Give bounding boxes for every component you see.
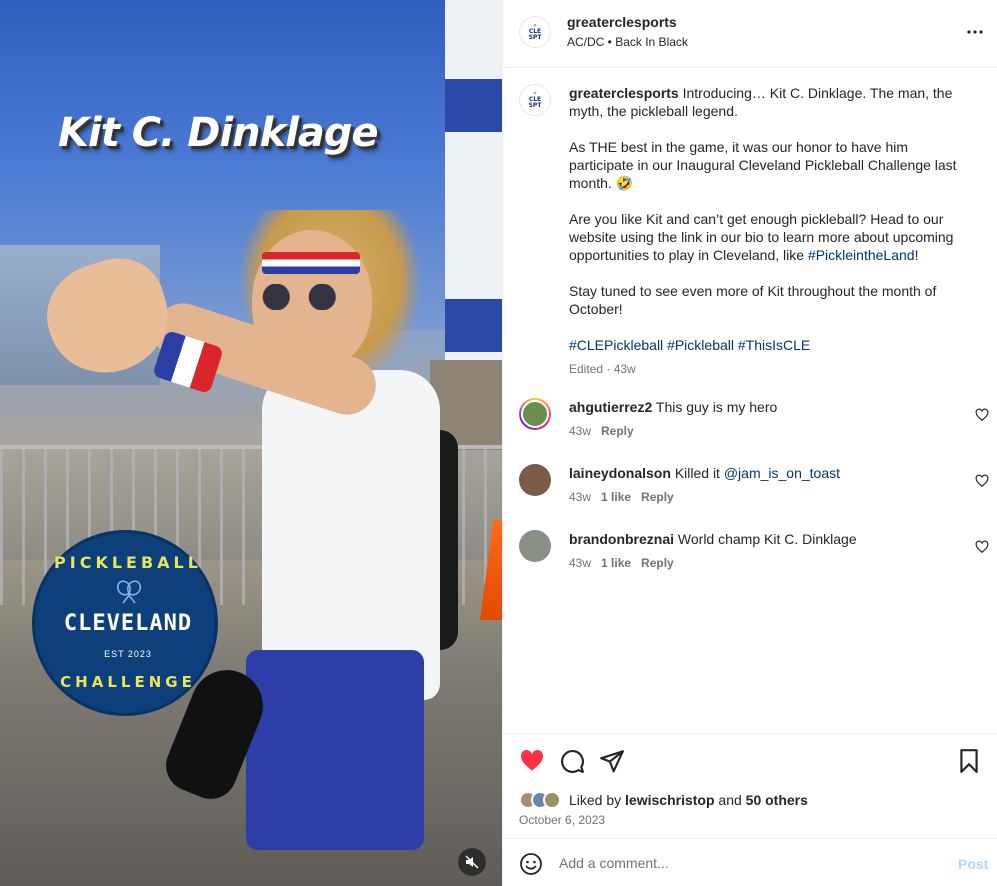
comment-time: 43w bbox=[569, 556, 592, 570]
comment-likes-count[interactable]: 1 like bbox=[601, 556, 631, 570]
like-heart-icon[interactable] bbox=[519, 748, 545, 774]
commenter-avatar-story-ring[interactable] bbox=[519, 398, 551, 430]
comment-text: laineydonalson Killed it @jam_is_on_toas… bbox=[569, 464, 949, 482]
comment-reply-button[interactable]: Reply bbox=[641, 490, 674, 504]
comments-scroll-area[interactable]: » CLE SPT greaterclesports Introducing… Ki… bbox=[503, 68, 997, 733]
post-header: » CLE SPT greaterclesports AC/DC • Back In… bbox=[503, 0, 997, 68]
emoji-smiley-icon[interactable] bbox=[519, 852, 543, 876]
person-shorts bbox=[246, 650, 424, 850]
comment-meta: 43w Reply bbox=[569, 424, 644, 438]
comment-text: brandonbreznai World champ Kit C. Dinkla… bbox=[569, 530, 949, 548]
post-caption: greaterclesports Introducing… Kit C. Din… bbox=[569, 84, 974, 372]
caption-paragraph-3: Are you like Kit and can’t get enough pi… bbox=[569, 210, 974, 264]
liked-by-label: Liked by bbox=[569, 792, 622, 808]
caption-paragraph-4: Stay tuned to see even more of Kit throu… bbox=[569, 283, 937, 317]
audio-track-link[interactable]: AC/DC • Back In Black bbox=[567, 35, 688, 49]
badge-main-text: CLEVELAND bbox=[63, 611, 193, 636]
comment-time: 43w bbox=[569, 424, 592, 438]
comment-text: ahgutierrez2 This guy is my hero bbox=[569, 398, 949, 416]
hashtag-clepickleball[interactable]: #CLEPickleball bbox=[569, 337, 663, 353]
more-options-icon[interactable] bbox=[963, 20, 987, 44]
comment-like-heart-icon[interactable] bbox=[975, 474, 989, 488]
greater-cleveland-sports-logo: » CLE SPT bbox=[528, 90, 542, 109]
comment-mention[interactable]: @jam_is_on_toast bbox=[724, 465, 840, 481]
hashtag-thisiscle[interactable]: #ThisIsCLE bbox=[738, 337, 810, 353]
and-label: and bbox=[718, 792, 742, 808]
share-paper-plane-icon[interactable] bbox=[599, 748, 625, 774]
comment-username[interactable]: brandonbreznai bbox=[569, 531, 674, 547]
video-overlay-title: Kit C. Dinklage bbox=[58, 110, 379, 156]
post-media-video[interactable]: Kit C. Dinklage PICKLEBALL CLEVELAND EST… bbox=[0, 0, 502, 886]
comment-reply-button[interactable]: Reply bbox=[601, 424, 634, 438]
caption-hashtags: #CLEPickleball #Pickleball #ThisIsCLE bbox=[569, 336, 974, 354]
comment-meta: 43w 1 like Reply bbox=[569, 490, 684, 504]
caption-paragraph-1: greaterclesports Introducing… Kit C. Din… bbox=[569, 84, 974, 120]
comment-item: ahgutierrez2 This guy is my hero 43w Repl… bbox=[503, 398, 997, 456]
badge-est-text: EST 2023 bbox=[104, 649, 152, 659]
post-date[interactable]: October 6, 2023 bbox=[519, 813, 605, 827]
caption-author-avatar[interactable]: » CLE SPT bbox=[519, 84, 551, 116]
comment-body: Killed it bbox=[674, 465, 724, 481]
speaker-muted-icon bbox=[465, 855, 479, 869]
add-comment-input[interactable] bbox=[559, 849, 939, 877]
headband bbox=[262, 252, 360, 274]
hashtag-pickleball[interactable]: #Pickleball bbox=[667, 337, 734, 353]
commenter-avatar bbox=[521, 400, 549, 428]
hashtag-pickleintheland[interactable]: #PickleintheLand bbox=[808, 247, 915, 263]
save-bookmark-icon[interactable] bbox=[956, 748, 982, 774]
liked-by-user[interactable]: lewischristop bbox=[625, 792, 714, 808]
comment-like-heart-icon[interactable] bbox=[975, 540, 989, 554]
comment-body: This guy is my hero bbox=[655, 399, 778, 415]
add-comment-bar: Post bbox=[503, 838, 997, 886]
comment-username[interactable]: ahgutierrez2 bbox=[569, 399, 652, 415]
post-viewer: Kit C. Dinklage PICKLEBALL CLEVELAND EST… bbox=[0, 0, 997, 886]
pickleball-cleveland-badge: PICKLEBALL CLEVELAND EST 2023 CHALLENGE bbox=[32, 530, 218, 716]
edited-timestamp: Edited · 43w bbox=[569, 362, 636, 376]
commenter-avatar[interactable] bbox=[519, 464, 551, 496]
author-username[interactable]: greaterclesports bbox=[567, 14, 677, 30]
sunglasses bbox=[256, 284, 348, 310]
comment-like-heart-icon[interactable] bbox=[975, 408, 989, 422]
greater-cleveland-sports-logo: » CLE SPT bbox=[528, 22, 542, 41]
commenter-avatar[interactable] bbox=[519, 530, 551, 562]
author-avatar[interactable]: » CLE SPT bbox=[519, 16, 551, 48]
liker-avatar bbox=[543, 791, 561, 809]
badge-top-text: PICKLEBALL bbox=[54, 553, 202, 572]
badge-bottom-text: CHALLENGE bbox=[60, 673, 196, 691]
others-count[interactable]: 50 others bbox=[746, 792, 808, 808]
caption-username[interactable]: greaterclesports bbox=[569, 85, 679, 101]
comment-time: 43w bbox=[569, 490, 592, 504]
caption-p3-end: ! bbox=[914, 247, 919, 263]
comment-item: laineydonalson Killed it @jam_is_on_toas… bbox=[503, 464, 997, 522]
crossed-paddles-icon bbox=[116, 580, 142, 604]
post-actions-bar: Liked by lewischristop and 50 others Oct… bbox=[503, 733, 997, 838]
comment-username[interactable]: laineydonalson bbox=[569, 465, 671, 481]
caption-paragraph-2: As THE best in the game, it was our hono… bbox=[569, 139, 957, 191]
post-comment-button[interactable]: Post bbox=[958, 856, 988, 872]
mute-toggle-button[interactable] bbox=[458, 848, 486, 876]
comment-bubble-icon[interactable] bbox=[559, 748, 585, 774]
comment-reply-button[interactable]: Reply bbox=[641, 556, 674, 570]
likes-text: Liked by lewischristop and 50 others bbox=[569, 792, 808, 808]
comment-meta: 43w 1 like Reply bbox=[569, 556, 684, 570]
likes-summary[interactable]: Liked by lewischristop and 50 others bbox=[519, 790, 808, 810]
post-details-panel: » CLE SPT greaterclesports AC/DC • Back In… bbox=[502, 0, 997, 886]
comment-item: brandonbreznai World champ Kit C. Dinkla… bbox=[503, 530, 997, 588]
comment-likes-count[interactable]: 1 like bbox=[601, 490, 631, 504]
comment-body: World champ Kit C. Dinklage bbox=[677, 531, 857, 547]
